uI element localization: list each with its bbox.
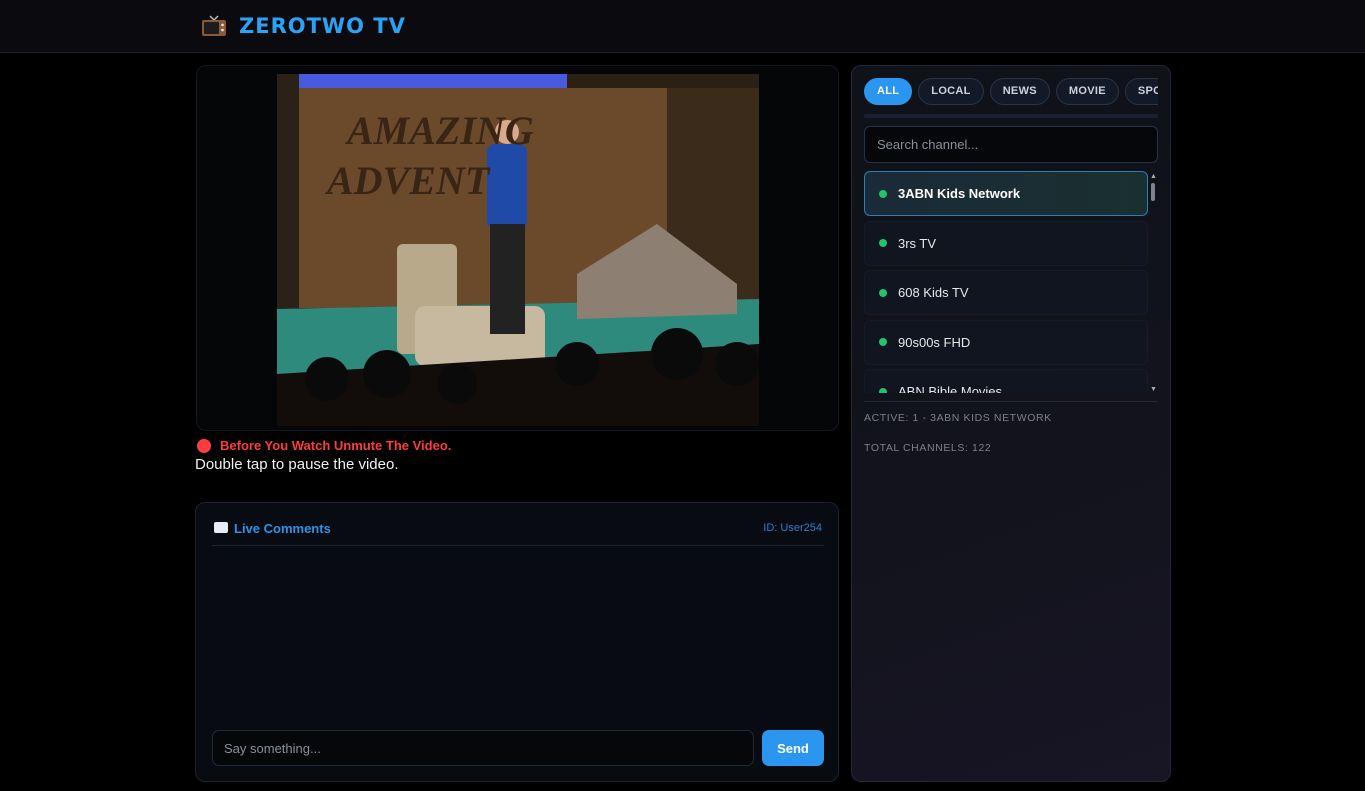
scroll-up-icon[interactable]: ▲ (1150, 173, 1157, 180)
channel-search-input[interactable] (864, 126, 1158, 163)
scroll-thumb[interactable] (1151, 183, 1155, 201)
svg-text:ADVENT: ADVENT (324, 158, 491, 203)
comments-header: Live Comments ID: User254 (212, 503, 824, 546)
channel-name: 3rs TV (898, 235, 937, 251)
channel-list-scrollbar[interactable]: ▲ ▼ (1149, 173, 1157, 393)
tv-icon (202, 15, 226, 36)
tab-movie[interactable]: MOVIE (1055, 78, 1119, 105)
channel-name: 3ABN Kids Network (898, 186, 1021, 201)
send-button[interactable]: Send (762, 730, 824, 766)
comments-title: Live Comments (234, 521, 331, 536)
channel-item[interactable]: 608 Kids TV (864, 270, 1148, 316)
channel-name: 90s00s FHD (898, 334, 971, 350)
unmute-notice-text: Before You Watch Unmute The Video. (220, 438, 452, 453)
live-dot-icon (879, 338, 887, 347)
category-tabs: ALL LOCAL NEWS MOVIE SPORTS (864, 78, 1158, 106)
brand[interactable]: ZEROTWO TV (201, 14, 406, 38)
live-dot-icon (879, 288, 887, 297)
live-dot-icon (879, 387, 887, 393)
tab-local[interactable]: LOCAL (918, 78, 984, 105)
top-bar: ZEROTWO TV (0, 0, 1365, 53)
chat-icon (214, 522, 228, 533)
tab-news[interactable]: NEWS (989, 78, 1050, 105)
channel-sidebar: ALL LOCAL NEWS MOVIE SPORTS 3ABN Kids Ne… (851, 65, 1171, 782)
video-player[interactable]: AMAZING ADVENT (196, 65, 839, 431)
unmute-notice: Before You Watch Unmute The Video. (197, 438, 451, 453)
channel-name: 608 Kids TV (898, 285, 969, 301)
user-id: ID: User254 (763, 522, 822, 534)
video-frame[interactable]: AMAZING ADVENT (277, 74, 759, 426)
channel-item[interactable]: 3rs TV (864, 220, 1148, 266)
pause-hint: Double tap to pause the video. (195, 456, 399, 473)
live-comments-panel: Live Comments ID: User254 Send (195, 502, 839, 782)
tab-sports[interactable]: SPORTS (1124, 78, 1158, 105)
active-channel-info: ACTIVE: 1 - 3ABN KIDS NETWORK (864, 412, 1052, 424)
scroll-down-icon[interactable]: ▼ (1150, 386, 1157, 393)
muted-speaker-icon (197, 438, 211, 453)
live-dot-icon (879, 189, 887, 198)
comment-input[interactable] (212, 730, 754, 766)
channel-item[interactable]: ABN Bible Movies (864, 369, 1148, 393)
tab-all[interactable]: ALL (864, 78, 913, 105)
channel-list[interactable]: 3ABN Kids Network 3rs TV 608 Kids TV 90s… (864, 171, 1148, 393)
svg-text:AMAZING: AMAZING (344, 108, 534, 153)
channel-name: ABN Bible Movies (898, 384, 1003, 393)
total-channels-info: TOTAL CHANNELS: 122 (864, 442, 992, 454)
channel-item[interactable]: 3ABN Kids Network (864, 171, 1148, 216)
tabs-scrollbar[interactable] (864, 114, 1158, 118)
app-title: ZEROTWO TV (239, 14, 406, 38)
channel-item[interactable]: 90s00s FHD (864, 319, 1148, 365)
live-dot-icon (879, 239, 887, 248)
divider (864, 401, 1158, 402)
